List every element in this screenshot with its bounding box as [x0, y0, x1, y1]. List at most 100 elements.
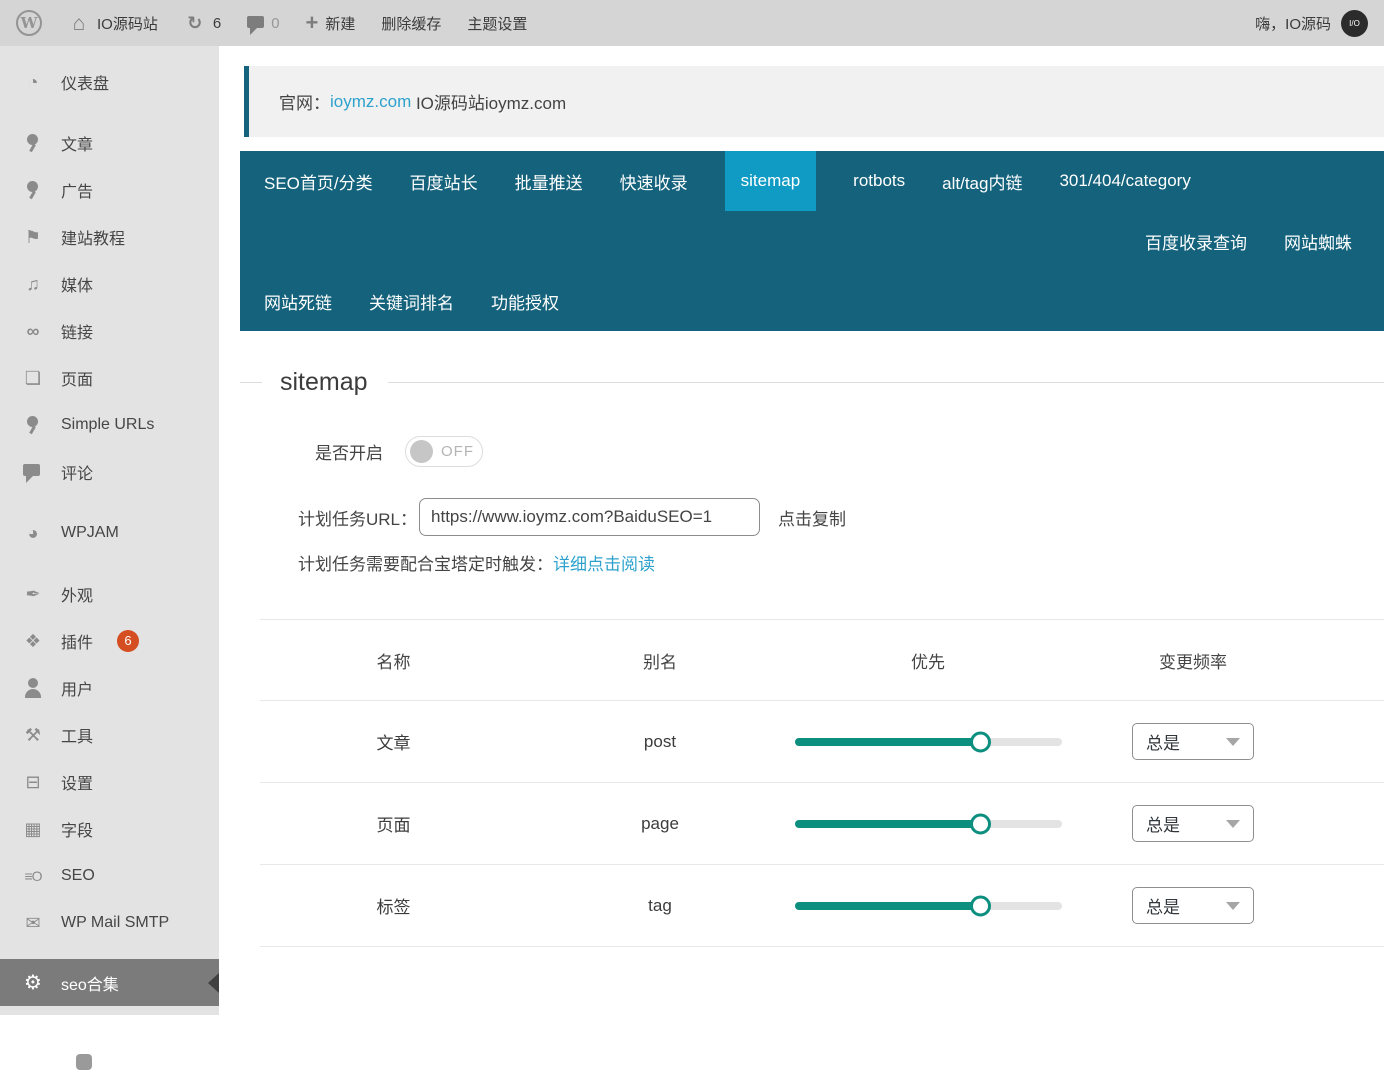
- row-name: 标签: [377, 893, 411, 918]
- priority-slider[interactable]: [795, 731, 1062, 753]
- sidebar-item-label: 评论: [61, 460, 93, 484]
- sidebar-item-label: 插件: [61, 629, 93, 653]
- priority-slider[interactable]: [795, 895, 1062, 917]
- column-header-slug: 别名: [643, 648, 677, 673]
- priority-slider[interactable]: [795, 813, 1062, 835]
- slider-fill: [795, 738, 982, 746]
- brush-icon: [22, 584, 44, 604]
- sidebar-item-ads[interactable]: 广告: [0, 166, 219, 213]
- media-icon: [22, 274, 44, 294]
- sidebar-item-label: 外观: [61, 582, 93, 606]
- slider-knob[interactable]: [970, 813, 991, 834]
- row-slug: post: [644, 732, 676, 752]
- frequency-select[interactable]: 总是: [1132, 723, 1254, 760]
- official-site-link[interactable]: ioymz.com: [330, 92, 411, 112]
- sidebar-item-label: 文章: [61, 131, 93, 155]
- copy-button[interactable]: 点击复制: [778, 505, 846, 530]
- cron-tip-text: 计划任务需要配合宝塔定时触发：: [298, 550, 553, 575]
- settings-icon: [22, 772, 44, 792]
- tab-seo-home[interactable]: SEO首页/分类: [264, 151, 373, 211]
- main-content: 官网： ioymz.com IO源码站ioymz.com SEO首页/分类 百度…: [219, 46, 1384, 1015]
- new-content-link[interactable]: + 新建: [306, 12, 356, 34]
- sidebar-item-tools[interactable]: 工具: [0, 711, 219, 758]
- tab-fast-index[interactable]: 快速收录: [620, 151, 688, 211]
- slider-track: [795, 738, 1062, 746]
- column-header-name: 名称: [377, 648, 411, 673]
- table-header-row: 名称 别名 优先 变更频率: [260, 620, 1384, 701]
- sidebar-item-fields[interactable]: 字段: [0, 805, 219, 852]
- sidebar-item-settings[interactable]: 设置: [0, 758, 219, 805]
- tab-robots[interactable]: rotbots: [853, 151, 905, 211]
- row-slug: page: [641, 814, 679, 834]
- frequency-select[interactable]: 总是: [1132, 805, 1254, 842]
- clear-cache-label: 删除缓存: [381, 13, 441, 34]
- admin-bar: W IO源码站 6 0 + 新建 删除缓存 主题设置 嗨，IO源码 I/O: [0, 0, 1384, 46]
- wordpress-menu[interactable]: W: [16, 10, 42, 36]
- plugins-update-badge: 6: [117, 630, 139, 652]
- sidebar-item-label: 链接: [61, 319, 93, 343]
- sidebar-item-plugins[interactable]: 插件 6: [0, 617, 219, 664]
- menu-separator: [0, 556, 219, 570]
- selected-option: 总是: [1146, 811, 1180, 836]
- sidebar-item-label: WPJAM: [61, 524, 119, 542]
- tab-baidu-index-query[interactable]: 百度收录查询: [1145, 211, 1247, 271]
- sidebar-item-media[interactable]: 媒体: [0, 260, 219, 307]
- theme-settings-label: 主题设置: [467, 13, 527, 34]
- tab-301-404-category[interactable]: 301/404/category: [1059, 151, 1190, 211]
- slider-knob[interactable]: [970, 895, 991, 916]
- tab-dead-links[interactable]: 网站死链: [264, 271, 332, 331]
- column-header-frequency: 变更频率: [1159, 648, 1227, 673]
- row-slug: tag: [648, 896, 672, 916]
- table-row: 页面 page 总是: [260, 783, 1384, 865]
- tab-alt-tag-links[interactable]: alt/tag内链: [942, 151, 1022, 211]
- cron-url-row: 计划任务URL： 点击复制: [219, 497, 1384, 537]
- account-menu[interactable]: 嗨，IO源码 I/O: [1255, 10, 1368, 37]
- sidebar-item-seo[interactable]: SEO: [0, 852, 219, 899]
- notice-suffix: IO源码站ioymz.com: [411, 89, 566, 114]
- row-name: 文章: [377, 729, 411, 754]
- sidebar-item-posts[interactable]: 文章: [0, 119, 219, 166]
- new-label: 新建: [325, 13, 355, 34]
- tab-sitemap[interactable]: sitemap: [725, 151, 817, 211]
- tab-keyword-rank[interactable]: 关键词排名: [369, 271, 454, 331]
- tab-baidu-webmaster[interactable]: 百度站长: [410, 151, 478, 211]
- sidebar-item-wp-mail-smtp[interactable]: WP Mail SMTP: [0, 899, 219, 946]
- table-row: 文章 post 总是: [260, 701, 1384, 783]
- sitemap-settings-table: 名称 别名 优先 变更频率 文章 post 总是: [260, 619, 1384, 947]
- sidebar-item-users[interactable]: 用户: [0, 664, 219, 711]
- tab-feature-license[interactable]: 功能授权: [491, 271, 559, 331]
- clear-cache-link[interactable]: 删除缓存: [381, 13, 441, 34]
- sidebar-item-seo-collection[interactable]: seo合集: [0, 959, 219, 1006]
- frequency-select[interactable]: 总是: [1132, 887, 1254, 924]
- read-more-link[interactable]: 详细点击阅读: [553, 550, 655, 575]
- updates-link[interactable]: 6: [184, 13, 221, 33]
- sitemap-enable-toggle[interactable]: OFF: [405, 436, 483, 467]
- wordpress-logo-icon: W: [16, 10, 42, 36]
- sidebar-item-wpjam[interactable]: WPJAM: [0, 509, 219, 556]
- comments-link[interactable]: 0: [247, 15, 279, 32]
- slider-track: [795, 820, 1062, 828]
- sidebar-item-links[interactable]: 链接: [0, 307, 219, 354]
- sidebar-item-appearance[interactable]: 外观: [0, 570, 219, 617]
- update-icon: [184, 13, 206, 33]
- sidebar-item-label: WP Mail SMTP: [61, 914, 169, 932]
- sidebar-item-dashboard[interactable]: 仪表盘: [0, 58, 219, 105]
- sitemap-section: sitemap 是否开启 OFF 计划任务URL： 点击复制 计划任务需要配合宝…: [219, 368, 1384, 947]
- sidebar-item-comments[interactable]: 评论: [0, 448, 219, 495]
- nav-row-2: 百度收录查询 网站蜘蛛: [240, 211, 1384, 271]
- column-header-priority: 优先: [911, 648, 945, 673]
- tab-site-spider[interactable]: 网站蜘蛛: [1284, 211, 1352, 271]
- slider-knob[interactable]: [970, 731, 991, 752]
- chevron-down-icon: [1226, 902, 1240, 910]
- clipped-menu-icon: [76, 1054, 92, 1070]
- sidebar-item-simple-urls[interactable]: Simple URLs: [0, 401, 219, 448]
- theme-settings-link[interactable]: 主题设置: [467, 13, 527, 34]
- cron-url-input[interactable]: [419, 498, 760, 536]
- sidebar-item-tutorials[interactable]: 建站教程: [0, 213, 219, 260]
- site-name-link[interactable]: IO源码站: [68, 13, 158, 34]
- sidebar-item-label: 字段: [61, 817, 93, 841]
- sidebar-item-pages[interactable]: 页面: [0, 354, 219, 401]
- gauge-icon: [22, 523, 44, 543]
- fields-icon: [22, 819, 44, 839]
- tab-batch-push[interactable]: 批量推送: [515, 151, 583, 211]
